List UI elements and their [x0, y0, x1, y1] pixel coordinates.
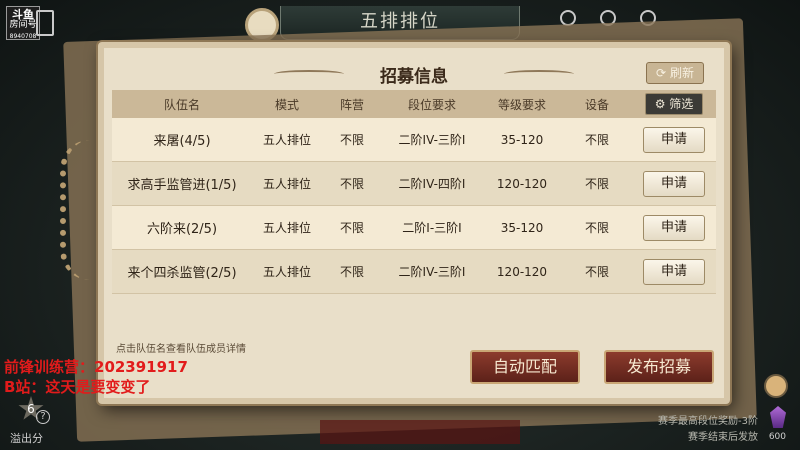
logo-line1: 斗鱼: [12, 8, 34, 21]
mode-cell: 五人排位: [262, 133, 311, 147]
recruit-list: 来屠(4/5) 五人排位 不限 二阶IV-三阶I 35-120 不限 申请 求高…: [112, 118, 716, 294]
table-row: 来个四杀监管(2/5) 五人排位 不限 二阶IV-三阶I 120-120 不限 …: [112, 250, 716, 294]
season-reward-text: 赛季最高段位奖励-3阶: [658, 416, 758, 427]
refresh-label: 刷新: [669, 66, 694, 80]
mode-cell: 五人排位: [262, 177, 311, 191]
device-cell: 不限: [584, 221, 609, 235]
apply-button[interactable]: 申请: [643, 214, 705, 241]
filter-label: 筛选: [669, 97, 694, 111]
auto-match-button[interactable]: 自动匹配: [470, 350, 580, 384]
season-reward-note: 赛季结束后发放: [688, 432, 758, 443]
header-device: 设备: [584, 97, 609, 112]
apply-button[interactable]: 申请: [643, 258, 705, 285]
level-cell: 35-120: [500, 220, 544, 235]
stream-overlay-line1: 前锋训练营：202391917: [4, 358, 188, 376]
rope-decor: [60, 140, 96, 280]
logo: 斗鱼 房间号 8940708: [6, 6, 40, 40]
recruit-panel: 招募信息 ⟳ 刷新 队伍名 模式 阵营 段位要求 等级要求 设备 ⚙ 筛选 来屠…: [98, 42, 730, 404]
camp-cell: 不限: [339, 265, 364, 279]
team-name[interactable]: 求高手监管进(1/5): [112, 174, 252, 193]
device-cell: 不限: [584, 265, 609, 279]
header-mode: 模式: [274, 97, 299, 112]
refresh-icon: ⟳: [656, 66, 667, 80]
team-name[interactable]: 来个四杀监管(2/5): [112, 262, 252, 281]
header-team: 队伍名: [163, 97, 200, 112]
table-row: 来屠(4/5) 五人排位 不限 二阶IV-三阶I 35-120 不限 申请: [112, 118, 716, 162]
table-row: 六阶来(2/5) 五人排位 不限 二阶I-三阶I 35-120 不限 申请: [112, 206, 716, 250]
bottom-strip-decor: [320, 420, 520, 444]
camp-cell: 不限: [339, 177, 364, 191]
team-detail-hint: 点击队伍名查看队伍成员详情: [116, 344, 246, 355]
filter-button[interactable]: ⚙ 筛选: [645, 93, 703, 115]
rank-cell: 二阶IV-三阶I: [398, 265, 466, 279]
filter-icon: ⚙: [654, 97, 666, 111]
apply-button[interactable]: 申请: [643, 170, 705, 197]
table-row: 求高手监管进(1/5) 五人排位 不限 二阶IV-四阶I 120-120 不限 …: [112, 162, 716, 206]
header-rank: 段位要求: [407, 97, 456, 112]
level-cell: 120-120: [496, 176, 548, 191]
table-header: 队伍名 模式 阵营 段位要求 等级要求 设备 ⚙ 筛选: [112, 90, 716, 118]
rank-cell: 二阶IV-三阶I: [398, 133, 466, 147]
team-name[interactable]: 来屠(4/5): [112, 130, 252, 149]
level-cell: 120-120: [496, 264, 548, 279]
camp-cell: 不限: [339, 133, 364, 147]
apply-button[interactable]: 申请: [643, 126, 705, 153]
overflow-score-label: 溢出分: [10, 432, 43, 445]
action-cell: 申请: [632, 214, 716, 241]
avatar[interactable]: [764, 374, 788, 398]
mode-cell: 五人排位: [262, 265, 311, 279]
stream-overlay-line2: B站：这天是要变变了: [4, 378, 151, 396]
gem-count: 600: [768, 432, 786, 442]
header-level: 等级要求: [497, 97, 546, 112]
level-cell: 35-120: [500, 132, 544, 147]
filter-cell: ⚙ 筛选: [632, 93, 716, 115]
camp-cell: 不限: [339, 221, 364, 235]
refresh-button[interactable]: ⟳ 刷新: [646, 62, 704, 84]
action-cell: 申请: [632, 258, 716, 285]
logo-line2: 房间号: [9, 20, 37, 30]
action-cell: 申请: [632, 126, 716, 153]
rank-cell: 二阶IV-四阶I: [398, 177, 466, 191]
rank-cell: 二阶I-三阶I: [402, 221, 462, 235]
help-icon[interactable]: ?: [36, 410, 50, 424]
device-cell: 不限: [584, 177, 609, 191]
team-name[interactable]: 六阶来(2/5): [112, 218, 252, 237]
device-cell: 不限: [584, 133, 609, 147]
action-cell: 申请: [632, 170, 716, 197]
exit-door-icon[interactable]: [36, 10, 54, 36]
flourish-right: [504, 70, 574, 78]
mode-cell: 五人排位: [262, 221, 311, 235]
header-camp: 阵营: [339, 97, 364, 112]
logo-line3: 8940708: [9, 33, 37, 40]
gem-icon: [770, 406, 786, 428]
panel-title: 招募信息: [380, 67, 448, 87]
publish-recruit-button[interactable]: 发布招募: [604, 350, 714, 384]
